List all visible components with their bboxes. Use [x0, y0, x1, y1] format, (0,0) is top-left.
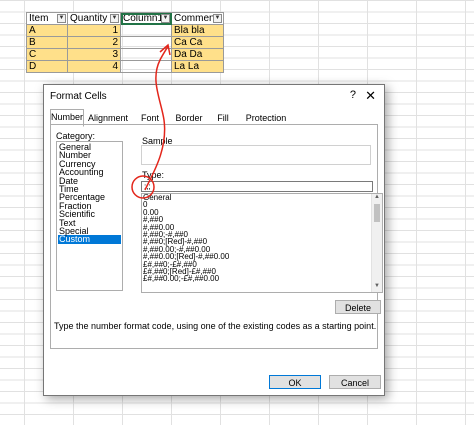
format-description: Type the number format code, using one o…	[54, 321, 377, 331]
table-row: B 2 Ca Ca	[26, 36, 224, 49]
help-button[interactable]: ?	[350, 89, 356, 101]
list-item[interactable]: £#,##0.00;-£#,##0.00	[142, 275, 382, 283]
format-cells-dialog: Format Cells ? ✕ Number Alignment Font B…	[43, 84, 385, 396]
cell-quantity[interactable]: 2	[67, 36, 121, 49]
table-row: A 1 Bla bla	[26, 24, 224, 37]
number-tab-panel: Category: General Number Currency Accoun…	[50, 124, 383, 349]
cell-comment[interactable]: La La	[171, 60, 224, 73]
dialog-titlebar[interactable]: Format Cells ? ✕	[44, 85, 384, 107]
sample-box	[141, 145, 371, 165]
cell-comment[interactable]: Da Da	[171, 48, 224, 61]
dialog-title: Format Cells	[50, 91, 107, 102]
filter-dropdown-icon[interactable]: ▼	[57, 14, 66, 23]
format-list-scrollbar[interactable]: ▲ ▼	[371, 194, 382, 292]
cell-column1[interactable]	[120, 24, 172, 37]
cell-column1[interactable]	[120, 60, 172, 73]
header-column1[interactable]: Column1 ▼	[120, 12, 172, 25]
type-input[interactable]: ;;;	[141, 181, 373, 192]
close-icon[interactable]: ✕	[365, 88, 376, 104]
category-label: Category:	[56, 131, 96, 141]
cell-item[interactable]: B	[26, 36, 68, 49]
filter-dropdown-icon[interactable]: ▼	[213, 14, 222, 23]
list-item[interactable]: General	[142, 194, 382, 202]
list-item[interactable]: #,##0	[142, 215, 382, 223]
filter-dropdown-icon[interactable]: ▼	[161, 14, 170, 23]
cell-item[interactable]: D	[26, 60, 68, 73]
header-label: Item	[29, 13, 49, 24]
cell-quantity[interactable]: 1	[67, 24, 121, 37]
list-item[interactable]: 0.00	[142, 208, 382, 216]
header-label: Comment	[174, 13, 218, 24]
scroll-down-icon[interactable]: ▼	[372, 283, 382, 292]
delete-button[interactable]: Delete	[335, 300, 381, 314]
cell-comment[interactable]: Ca Ca	[171, 36, 224, 49]
header-comment[interactable]: Comment ▼	[171, 12, 224, 25]
cell-comment[interactable]: Bla bla	[171, 24, 224, 37]
list-item[interactable]: 0	[142, 201, 382, 209]
filter-dropdown-icon[interactable]: ▼	[110, 14, 119, 23]
cell-column1[interactable]	[120, 48, 172, 61]
header-label: Column1	[123, 13, 164, 24]
cell-item[interactable]: C	[26, 48, 68, 61]
data-table: Item ▼ Quantity ▼ Column1 ▼ Comment ▼ A 1 Bl…	[26, 12, 224, 73]
cell-quantity[interactable]: 3	[67, 48, 121, 61]
cell-item[interactable]: A	[26, 24, 68, 37]
scroll-thumb[interactable]	[374, 204, 380, 222]
cell-column1[interactable]	[120, 36, 172, 49]
cell-quantity[interactable]: 4	[67, 60, 121, 73]
category-list[interactable]: General Number Currency Accounting Date …	[56, 141, 123, 291]
list-item-selected[interactable]: Custom	[58, 235, 121, 244]
header-item[interactable]: Item ▼	[26, 12, 68, 25]
table-row: C 3 Da Da	[26, 48, 224, 61]
ok-button[interactable]: OK	[269, 375, 321, 389]
type-label: Type:	[142, 170, 165, 180]
header-label: Quantity	[70, 13, 108, 24]
format-code-list[interactable]: General 0 0.00 #,##0 #,##0.00 #,##0;-#,#…	[141, 193, 383, 293]
table-row: D 4 La La	[26, 60, 224, 73]
scroll-up-icon[interactable]: ▲	[372, 194, 382, 203]
header-quantity[interactable]: Quantity ▼	[67, 12, 121, 25]
cancel-button[interactable]: Cancel	[329, 375, 381, 389]
